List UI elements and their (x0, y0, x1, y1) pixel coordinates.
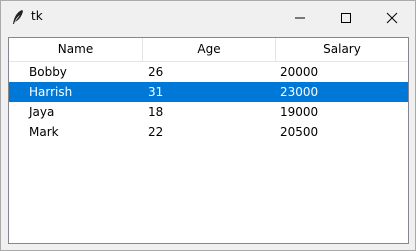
cell-age: 18 (148, 105, 164, 119)
maximize-icon (341, 12, 351, 23)
cell-salary: 20000 (280, 65, 319, 79)
cell-salary: 20500 (280, 125, 319, 139)
cell-salary: 23000 (280, 85, 319, 99)
tk-window: tk Name Age Salary Bobby 26 20000 Harris… (0, 0, 416, 251)
table-header: Name Age Salary (9, 38, 408, 62)
cell-name: Jaya (29, 105, 55, 119)
column-header-salary[interactable]: Salary (276, 38, 408, 61)
cell-age: 22 (148, 125, 164, 139)
minimize-icon (295, 17, 305, 18)
title-bar[interactable]: tk (1, 1, 415, 34)
treeview-table[interactable]: Name Age Salary Bobby 26 20000 Harrish 3… (8, 37, 409, 244)
close-icon (386, 12, 398, 23)
column-header-age[interactable]: Age (143, 38, 276, 61)
table-row[interactable]: Bobby 26 20000 (9, 62, 408, 82)
column-header-name[interactable]: Name (9, 38, 143, 61)
close-button[interactable] (369, 1, 415, 34)
cell-name: Mark (29, 125, 59, 139)
cell-age: 26 (148, 65, 164, 79)
minimize-button[interactable] (277, 1, 323, 34)
table-row[interactable]: Jaya 18 19000 (9, 102, 408, 122)
cell-name: Bobby (29, 65, 67, 79)
table-row[interactable]: Mark 22 20500 (9, 122, 408, 142)
cell-salary: 19000 (280, 105, 319, 119)
cell-age: 31 (148, 85, 164, 99)
maximize-button[interactable] (323, 1, 369, 34)
feather-icon (13, 10, 23, 24)
cell-name: Harrish (29, 85, 73, 99)
table-row[interactable]: Harrish 31 23000 (9, 82, 408, 102)
window-title: tk (31, 9, 43, 23)
